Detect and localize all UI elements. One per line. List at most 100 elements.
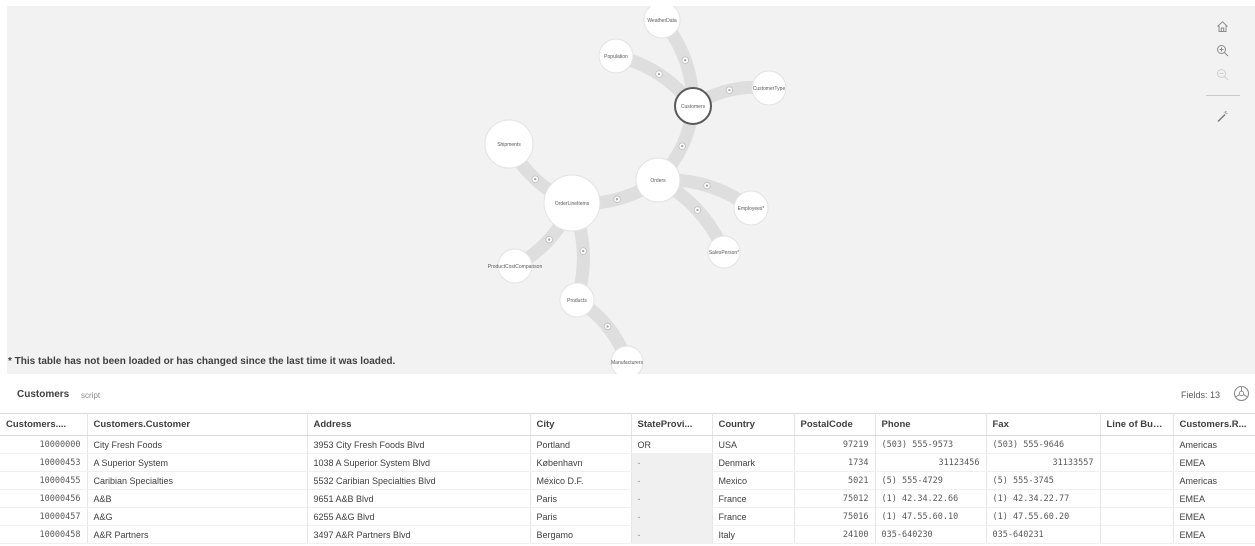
table-cell: A&G [87,507,308,526]
table-node-label: Population [604,54,628,60]
table-node-salesperson[interactable]: SalesPerson* [707,235,741,269]
table-cell: 1038 A Superior System Blvd [307,453,531,472]
table-cell: USA [712,435,795,454]
associations-icon[interactable] [1233,385,1250,402]
data-model-graph[interactable]: WeatherData Population Customers CustomerTy… [7,6,1255,374]
column-header[interactable]: PostalCode [794,413,876,436]
table-node-label: Shipments [497,142,521,148]
table-row: 10000456 A&B 9651 A&B Blvd Paris - France 7501… [0,489,1255,508]
link-key-dot-center [684,59,687,62]
link-key-dot-center [533,177,537,181]
table-cell: 035-640230 [875,525,987,544]
table-cell: - [631,489,713,508]
table-cell: 10000456 [0,489,88,508]
column-header[interactable]: Line of Busi... [1100,413,1174,436]
table-node-customers[interactable]: Customers [674,87,712,125]
table-node-label: ProductCostComparison [488,264,543,270]
table-node-population[interactable]: Population [598,38,634,74]
table-cell: Paris [530,489,632,508]
table-row: 10000455 Caribian Specialties 5532 Caribia… [0,471,1255,490]
table-cell: 3953 City Fresh Foods Blvd [307,435,531,454]
column-header[interactable]: Customers.R... [1173,413,1255,436]
table-cell: Portland [530,435,632,454]
table-cell: (1) 42.34.22.77 [986,489,1101,508]
table-cell [1100,453,1174,472]
data-preview-table[interactable]: Customers.... Customers.Customer Address Ci… [0,413,1255,546]
link-key-dot-center [705,184,709,187]
table-node-products[interactable]: Products [559,282,595,318]
table-cell: (5) 555-4729 [875,471,987,490]
table-node-label: Employees* [738,206,765,212]
table-cell: Americas [1173,471,1255,490]
column-header[interactable]: StateProvi... [631,413,713,436]
table-cell: EMEA [1173,525,1255,544]
table-node-orderlineitems[interactable]: OrderLineItems [543,174,601,232]
link-key-dot-center [680,144,684,148]
table-node-shipments[interactable]: Shipments [484,119,534,169]
table-cell [1100,507,1174,526]
table-node-label: WeatherData [647,18,677,24]
home-icon[interactable] [1212,16,1232,36]
table-cell: - [631,525,713,544]
table-cell: 5532 Caribian Specialties Blvd [307,471,531,490]
table-cell: - [631,453,713,472]
table-node-customertype[interactable]: CustomerType [751,70,787,106]
column-header[interactable]: City [530,413,632,436]
column-header[interactable]: Customers.... [0,413,88,436]
table-cell: EMEA [1173,489,1255,508]
table-cell: (503) 555-9646 [986,435,1101,454]
table-cell: (1) 42.34.22.66 [875,489,987,508]
link-key-dot-center [657,72,661,76]
fields-count: Fields: 13 [1181,390,1221,400]
table-cell: 10000457 [0,507,88,526]
data-model-canvas[interactable]: WeatherData Population Customers CustomerTy… [7,6,1255,374]
column-header[interactable]: Fax [986,413,1101,436]
column-header[interactable]: Country [712,413,795,436]
table-cell: Denmark [712,453,795,472]
table-cell: (1) 47.55.60.10 [875,507,987,526]
table-cell: OR [631,435,713,454]
table-cell [1100,489,1174,508]
table-cell: 10000000 [0,435,88,454]
table-cell: EMEA [1173,453,1255,472]
table-node-manufacturers[interactable]: Manufacturers [610,345,644,374]
table-node-weatherdata[interactable]: WeatherData [643,6,681,39]
table-cell: - [631,507,713,526]
table-cell: Italy [712,525,795,544]
table-node-label: Customers [681,104,706,110]
column-header[interactable]: Address [307,413,531,436]
table-cell: (1) 47.55.60.20 [986,507,1101,526]
table-cell: 24100 [794,525,876,544]
link-key-dot-center [547,238,551,241]
link-key-dot-center [615,198,619,201]
table-cell: Mexico [712,471,795,490]
zoom-out-icon[interactable] [1212,64,1232,84]
table-cell: 10000458 [0,525,88,544]
toolbar-divider [1206,95,1240,96]
zoom-in-icon[interactable] [1212,40,1232,60]
table-cell: 5021 [794,471,876,490]
table-cell: København [530,453,632,472]
link-key-dot-center [606,325,609,328]
table-cell: (5) 555-3745 [986,471,1101,490]
table-cell: 75016 [794,507,876,526]
table-node-employees[interactable]: Employees* [733,190,769,226]
preview-header: Customers script Fields: 13 [0,382,1255,408]
table-node-orders[interactable]: Orders [635,157,681,203]
table-name: Customers [17,389,70,400]
column-header[interactable]: Customers.Customer [87,413,308,436]
magic-wand-icon[interactable] [1212,106,1232,126]
table-cell: 31133557 [986,453,1101,472]
table-cell: 10000453 [0,453,88,472]
table-source: script [81,391,101,400]
table-cell: Americas [1173,435,1255,454]
column-header[interactable]: Phone [875,413,987,436]
table-cell [1100,471,1174,490]
table-header-row: Customers.... Customers.Customer Address Ci… [0,413,1255,436]
table-cell: México D.F. [530,471,632,490]
link-key-dot-center [728,88,731,92]
table-row: 10000000 City Fresh Foods 3953 City Fresh … [0,435,1255,454]
table-cell: 9651 A&B Blvd [307,489,531,508]
table-cell: Caribian Specialties [87,471,308,490]
table-row: 10000457 A&G 6255 A&G Blvd Paris - France 7501… [0,507,1255,526]
